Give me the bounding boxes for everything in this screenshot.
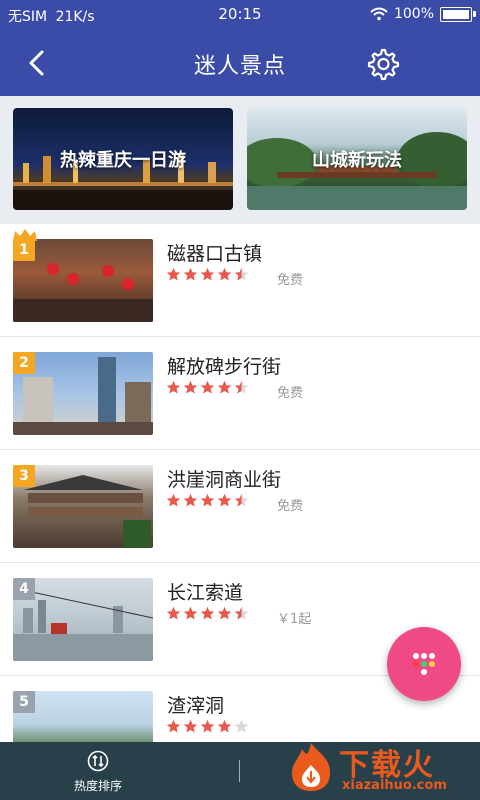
- star-icon: [200, 606, 215, 620]
- attraction-thumbnail: 3: [13, 465, 153, 548]
- banner-area: 热辣重庆一日游 山城新玩法: [0, 96, 480, 224]
- crown-icon: [13, 229, 37, 241]
- banner-mountain-city[interactable]: 山城新玩法: [247, 108, 467, 210]
- star-icon: [200, 719, 215, 733]
- star-icon: [234, 380, 249, 394]
- status-bar: 无SIM 21K/s 20:15 100%: [0, 0, 480, 30]
- bottom-divider: [239, 760, 240, 782]
- rank-badge: 1: [13, 239, 35, 261]
- star-icon: [234, 606, 249, 620]
- star-icon: [217, 719, 232, 733]
- attraction-name: 磁器口古镇: [167, 243, 263, 265]
- star-icon: [183, 493, 198, 507]
- hot-sort-button[interactable]: 热度排序: [60, 750, 136, 794]
- list-item[interactable]: 1 磁器口古镇 免费: [0, 224, 480, 337]
- star-icon: [183, 267, 198, 281]
- banner-chongqing-day-tour[interactable]: 热辣重庆一日游: [13, 108, 233, 210]
- attraction-name: 长江索道: [167, 582, 244, 604]
- star-icon: [234, 267, 249, 281]
- sort-label: 热度排序: [73, 779, 122, 793]
- star-icon: [234, 719, 249, 733]
- battery-percent: 100%: [393, 6, 434, 22]
- star-icon: [183, 719, 198, 733]
- price-label: 免费: [277, 499, 304, 514]
- rank-badge: 2: [13, 352, 35, 374]
- star-icon: [217, 267, 232, 281]
- star-icon: [166, 380, 181, 394]
- star-icon: [166, 493, 181, 507]
- rank-badge: 3: [13, 465, 35, 487]
- attraction-list: 1 磁器口古镇 免费 2 解放碑步行街 免费 3 洪崖洞商业街 免费 4 长江索…: [0, 224, 480, 800]
- star-icon: [200, 493, 215, 507]
- price-label: 免费: [277, 386, 304, 401]
- star-icon: [183, 606, 198, 620]
- app-header: 迷人景点: [0, 30, 480, 96]
- star-icon: [217, 493, 232, 507]
- star-icon: [217, 380, 232, 394]
- banner-label: 山城新玩法: [312, 150, 402, 171]
- star-icon: [200, 380, 215, 394]
- price-label: ￥1起: [277, 612, 312, 627]
- attraction-name: 解放碑步行街: [167, 356, 282, 378]
- watermark-domain: xiazaihuo.com: [342, 778, 447, 793]
- star-icon: [183, 380, 198, 394]
- star-icon: [166, 719, 181, 733]
- rank-badge: 5: [13, 691, 35, 713]
- attraction-name: 洪崖洞商业街: [167, 469, 282, 491]
- star-icon: [166, 267, 181, 281]
- page-title: 迷人景点: [193, 54, 286, 79]
- sort-icon: [87, 750, 109, 772]
- battery-icon: [440, 6, 476, 22]
- wifi-icon: [370, 7, 388, 21]
- rating-stars: [166, 719, 249, 734]
- star-icon: [200, 267, 215, 281]
- gear-icon[interactable]: [364, 46, 400, 82]
- attraction-thumbnail: 1: [13, 239, 153, 322]
- attraction-thumbnail: 2: [13, 352, 153, 435]
- banner-label: 热辣重庆一日游: [60, 150, 186, 171]
- star-icon: [166, 606, 181, 620]
- rating-stars: [166, 493, 249, 508]
- rating-stars: [166, 606, 249, 621]
- rank-badge: 4: [13, 578, 35, 600]
- watermark-logo-icon: [292, 743, 330, 791]
- rating-stars: [166, 267, 249, 282]
- status-right: 100%: [370, 6, 476, 22]
- list-item[interactable]: 2 解放碑步行街 免费: [0, 337, 480, 450]
- star-icon: [234, 493, 249, 507]
- dots-grid-icon: [413, 653, 435, 675]
- price-label: 免费: [277, 273, 304, 288]
- watermark: 下载火 xiazaihuo.com: [283, 738, 480, 800]
- attraction-thumbnail: 4: [13, 578, 153, 661]
- floating-action-button[interactable]: [387, 627, 461, 701]
- rating-stars: [166, 380, 249, 395]
- attraction-name: 渣滓洞: [167, 695, 225, 717]
- star-icon: [217, 606, 232, 620]
- list-item[interactable]: 3 洪崖洞商业街 免费: [0, 450, 480, 563]
